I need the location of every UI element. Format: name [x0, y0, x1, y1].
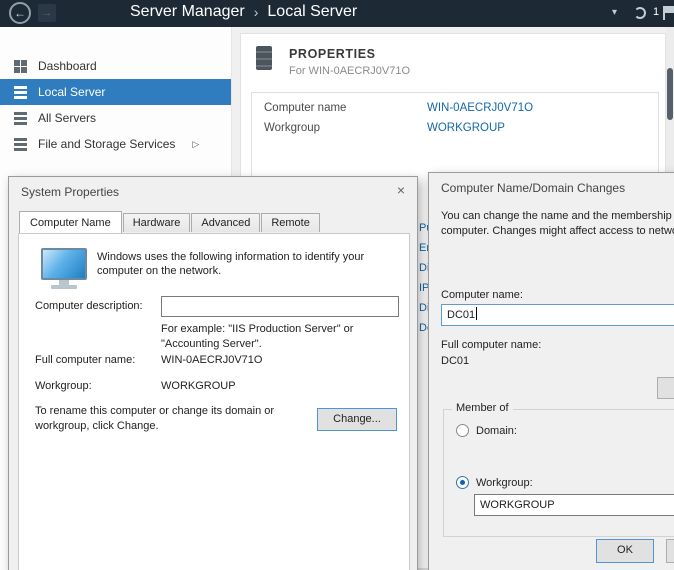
domain-radio-label[interactable]: Domain:	[476, 425, 517, 437]
workgroup-input-value: WORKGROUP	[480, 499, 555, 511]
breadcrumb-current-page: Local Server	[267, 3, 357, 21]
chevron-down-icon[interactable]: ▾	[612, 7, 617, 18]
sidebar-item-file-storage-services[interactable]: File and Storage Services ▷	[0, 131, 231, 157]
ok-button[interactable]: OK	[596, 539, 654, 563]
tab-computer-name[interactable]: Computer Name	[19, 211, 122, 233]
properties-server-icon	[256, 46, 272, 70]
change-button[interactable]: Change...	[317, 408, 397, 431]
monitor-icon	[41, 248, 87, 280]
dialog-intro-line2: computer. Changes might affect access to…	[441, 224, 674, 239]
property-value-link[interactable]: WORKGROUP	[427, 122, 505, 134]
full-computer-name-value: DC01	[441, 355, 469, 367]
server-icon	[14, 86, 27, 99]
monitor-icon-base	[51, 285, 77, 289]
properties-subtitle: For WIN-0AECRJ0V71O	[289, 65, 410, 77]
full-computer-name-label: Full computer name:	[35, 354, 135, 366]
workgroup-radio-label[interactable]: Workgroup:	[476, 477, 533, 489]
property-value-fragment: Pu	[419, 218, 428, 238]
property-label: Computer name	[264, 102, 346, 114]
property-value-link[interactable]: WIN-0AECRJ0V71O	[427, 102, 533, 114]
close-icon[interactable]: ×	[397, 183, 405, 197]
full-computer-name-value: WIN-0AECRJ0V71O	[161, 354, 262, 366]
description-example-text: For example: "IIS Production Server" or …	[161, 322, 391, 352]
full-computer-name-label: Full computer name:	[441, 339, 541, 351]
workgroup-value: WORKGROUP	[161, 380, 236, 392]
workgroup-input[interactable]: WORKGROUP	[474, 494, 674, 516]
top-bar: ← → Server Manager › Local Server ▾ 1	[0, 0, 674, 27]
computer-description-label: Computer description:	[35, 300, 143, 312]
table-row: Workgroup WORKGROUP	[252, 119, 658, 139]
tab-advanced[interactable]: Advanced	[191, 213, 260, 232]
flag-icon[interactable]	[663, 6, 665, 20]
intro-text: Windows uses the following information t…	[97, 250, 397, 278]
back-icon[interactable]: ←	[9, 2, 31, 24]
sidebar-item-dashboard[interactable]: Dashboard	[0, 53, 231, 79]
property-value-fragment: Di	[419, 298, 428, 318]
server-manager-window: ← → Server Manager › Local Server ▾ 1 Da…	[0, 0, 674, 570]
refresh-icon[interactable]	[634, 7, 646, 19]
rename-hint-text: To rename this computer or change its do…	[35, 404, 297, 434]
table-row: Computer name WIN-0AECRJ0V71O	[252, 99, 658, 119]
dialog-tabs: Computer Name Hardware Advanced Remote	[19, 211, 321, 232]
member-of-group: Member of Domain: Workgroup: WORKGROUP	[443, 409, 674, 537]
notification-count[interactable]: 1	[653, 6, 659, 18]
computer-name-domain-changes-dialog: Computer Name/Domain Changes You can cha…	[428, 172, 674, 570]
property-value-fragment: IP	[419, 278, 428, 298]
scrollbar-thumb[interactable]	[667, 68, 673, 120]
sidebar-item-label: Local Server	[38, 85, 105, 99]
sidebar-item-label: All Servers	[38, 111, 96, 125]
tab-remote[interactable]: Remote	[261, 213, 320, 232]
computer-name-input-value: DC01	[447, 309, 475, 321]
system-properties-dialog: System Properties × Computer Name Hardwa…	[8, 176, 418, 570]
app-title: Server Manager	[130, 3, 245, 21]
domain-radio[interactable]	[456, 424, 469, 437]
expand-arrow-icon[interactable]: ▷	[192, 139, 199, 150]
property-label: Workgroup	[264, 122, 320, 134]
cancel-button[interactable]	[666, 539, 674, 563]
dialog-intro-line1: You can change the name and the membersh…	[441, 209, 674, 224]
breadcrumb: Server Manager › Local Server	[130, 3, 357, 21]
sidebar-item-all-servers[interactable]: All Servers	[0, 105, 231, 131]
tab-hardware[interactable]: Hardware	[123, 213, 191, 232]
member-of-label: Member of	[452, 402, 513, 414]
more-button[interactable]	[657, 377, 674, 399]
sidebar-item-local-server[interactable]: Local Server	[0, 79, 231, 105]
dashboard-icon	[14, 60, 27, 73]
computer-description-input[interactable]	[161, 296, 399, 317]
occluded-property-values: Pu En Di IP Di Do	[419, 218, 428, 338]
forward-icon[interactable]: →	[38, 4, 56, 22]
breadcrumb-separator-icon: ›	[254, 4, 259, 20]
property-value-fragment: Di	[419, 258, 428, 278]
workgroup-radio[interactable]	[456, 476, 469, 489]
text-cursor	[476, 307, 477, 320]
computer-name-label: Computer name:	[441, 289, 523, 301]
dialog-title: System Properties	[21, 185, 119, 199]
properties-title: PROPERTIES	[289, 47, 376, 61]
sidebar-item-label: File and Storage Services	[38, 137, 175, 151]
sidebar-item-label: Dashboard	[38, 59, 97, 73]
dialog-title: Computer Name/Domain Changes	[441, 181, 625, 195]
workgroup-label: Workgroup:	[35, 380, 92, 392]
computer-name-input[interactable]: DC01	[441, 304, 674, 326]
property-value-fragment: Do	[419, 318, 428, 338]
property-value-fragment: En	[419, 238, 428, 258]
servers-icon	[14, 112, 27, 125]
computer-name-tab-panel: Windows uses the following information t…	[18, 233, 410, 570]
storage-icon	[14, 138, 27, 151]
